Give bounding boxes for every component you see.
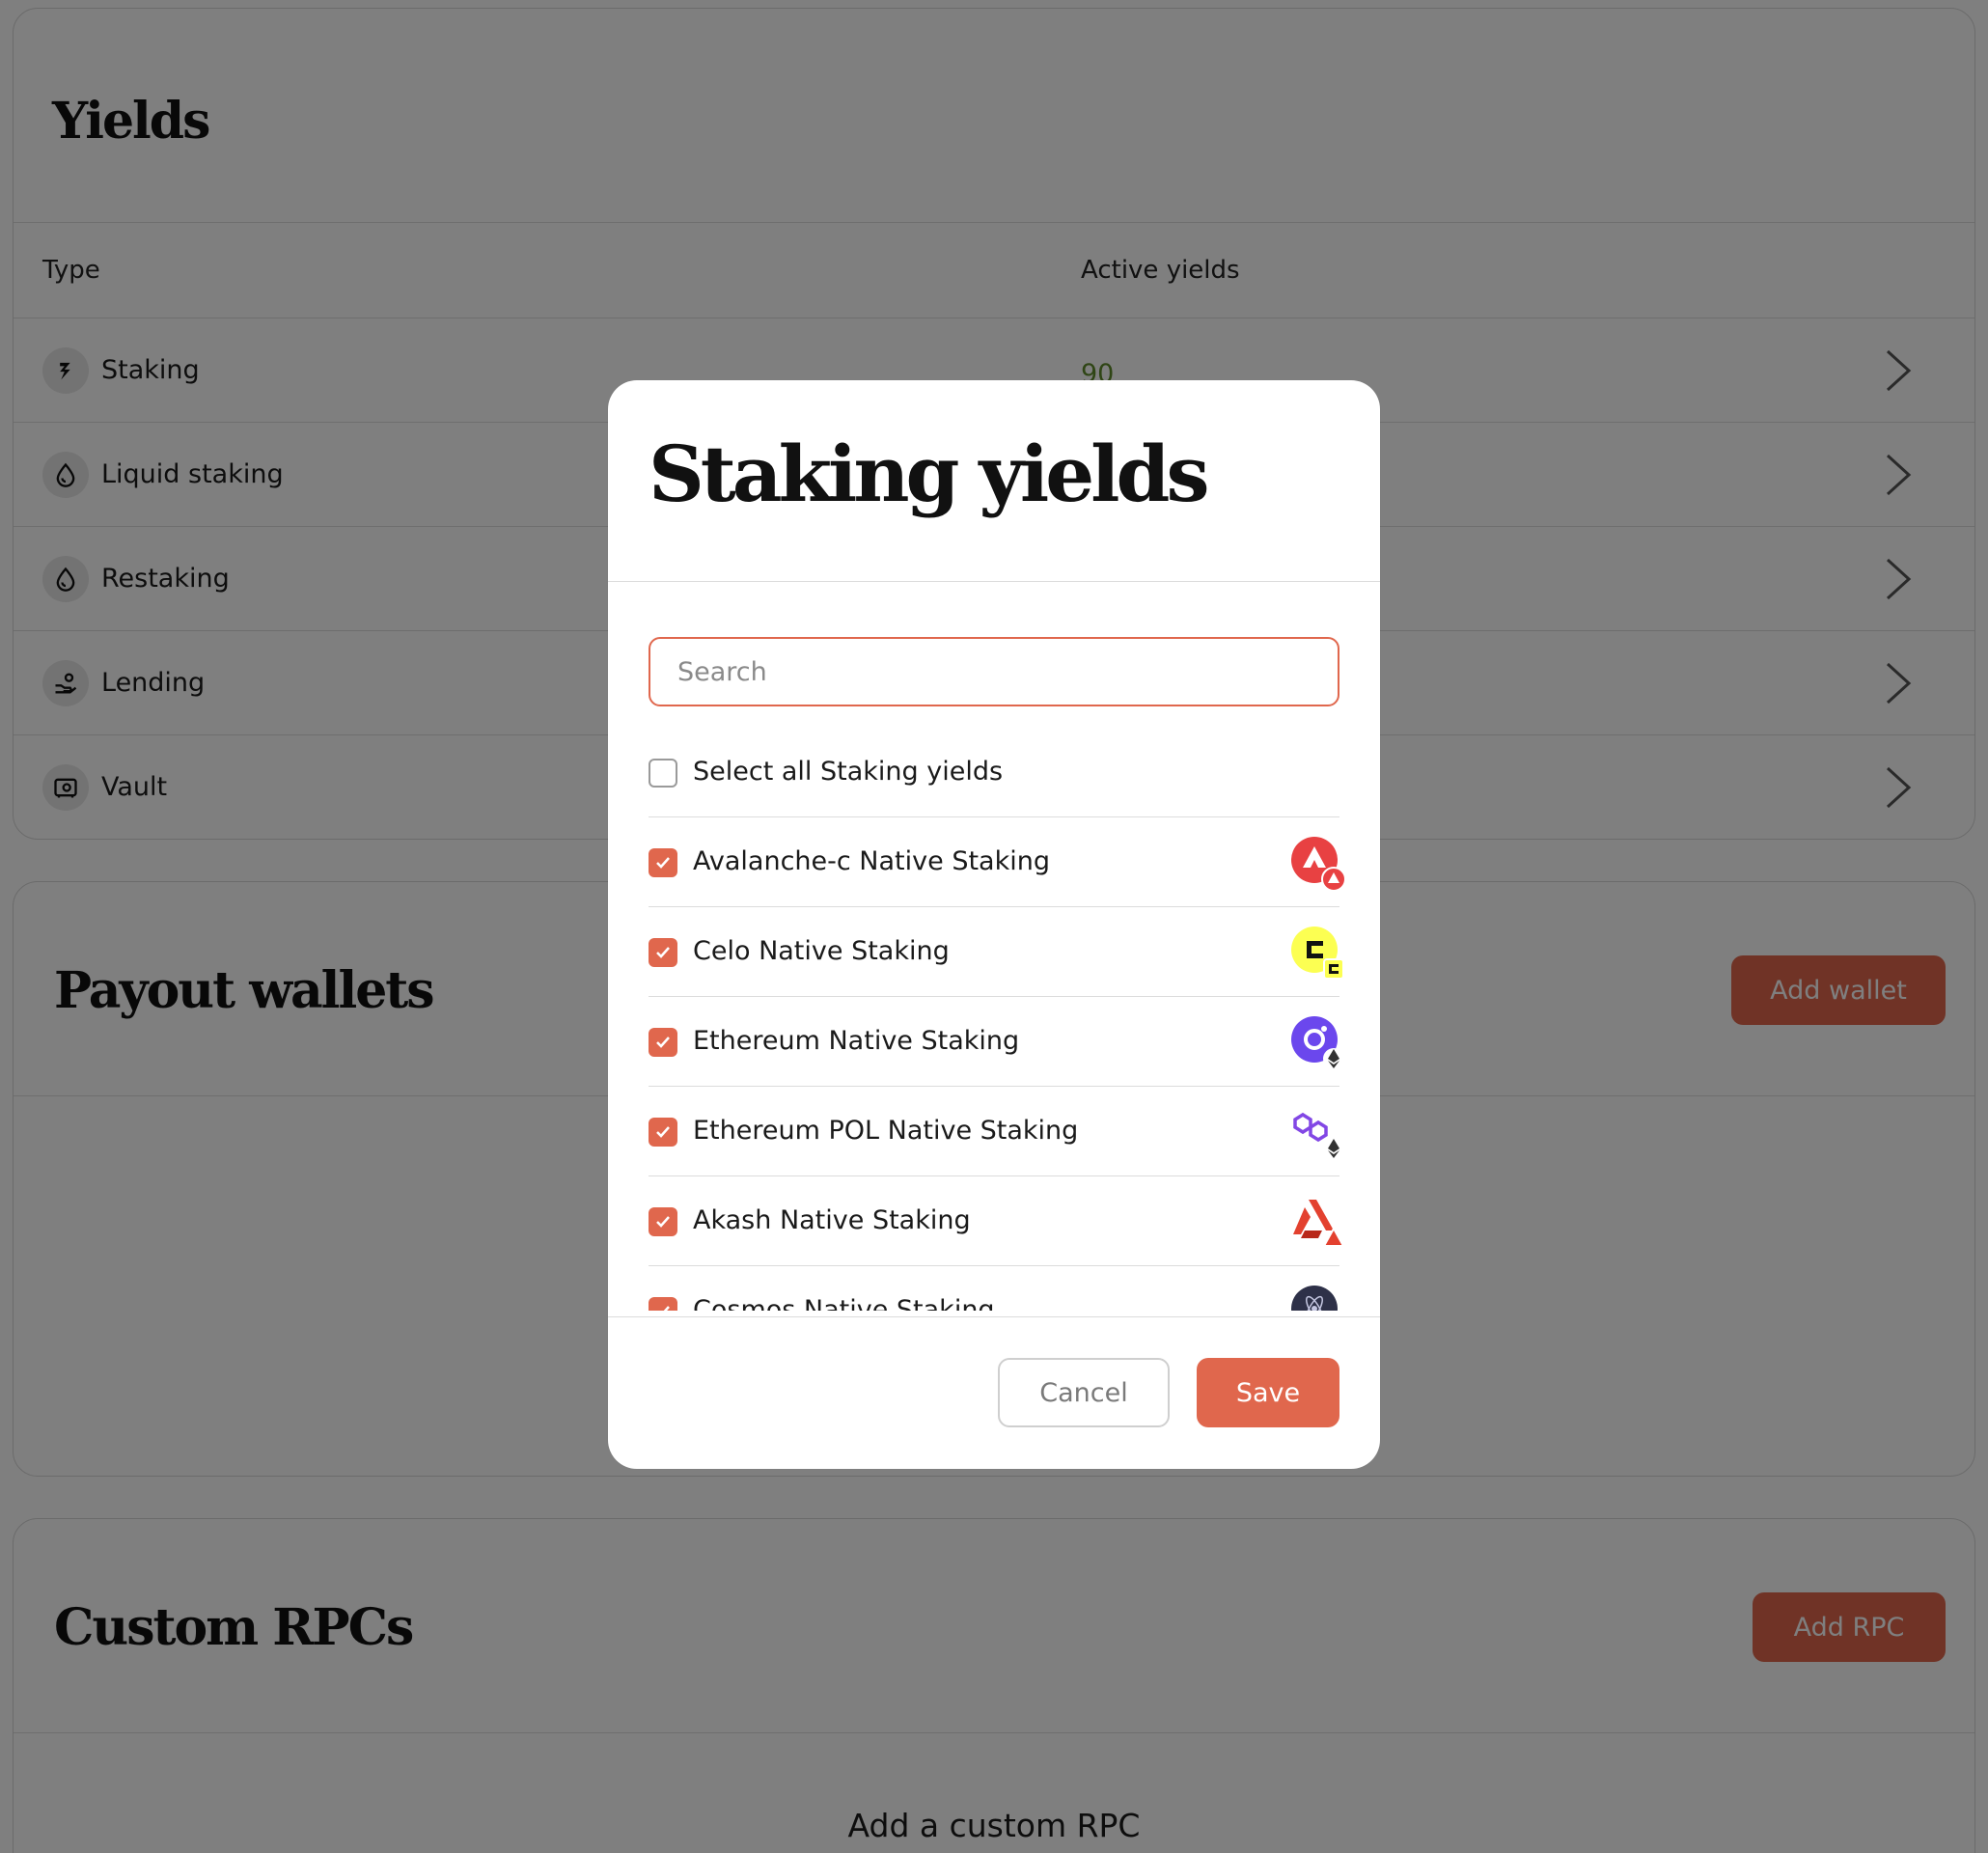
modal-header: Staking yields <box>608 380 1380 582</box>
select-all-row[interactable]: Select all Staking yields <box>649 728 1339 817</box>
search-input[interactable] <box>649 637 1339 706</box>
item-label: Ethereum Native Staking <box>693 1026 1020 1056</box>
select-all-label: Select all Staking yields <box>693 757 1004 787</box>
celo-icon <box>1291 926 1344 980</box>
item-checkbox[interactable] <box>649 1118 677 1147</box>
list-item[interactable]: Akash Native Staking <box>649 1176 1345 1266</box>
item-label: Cosmos Native Staking <box>693 1295 995 1311</box>
save-button[interactable]: Save <box>1197 1358 1339 1427</box>
list-item[interactable]: Ethereum Native Staking <box>649 997 1344 1087</box>
item-checkbox[interactable] <box>649 848 677 877</box>
item-checkbox[interactable] <box>649 1297 677 1311</box>
yield-list[interactable]: Select all Staking yields Avalanche-c Na… <box>608 728 1380 1311</box>
staking-yields-modal: Staking yields Select all Staking yields… <box>608 380 1380 1469</box>
item-label: Ethereum POL Native Staking <box>693 1116 1079 1146</box>
select-all-checkbox[interactable] <box>649 759 677 788</box>
cosmos-icon <box>1291 1286 1338 1311</box>
list-item[interactable]: Avalanche-c Native Staking <box>649 817 1345 907</box>
item-label: Celo Native Staking <box>693 936 950 966</box>
cancel-button[interactable]: Cancel <box>998 1358 1170 1427</box>
modal-title: Staking yields <box>649 429 1209 519</box>
item-checkbox[interactable] <box>649 938 677 967</box>
item-checkbox[interactable] <box>649 1028 677 1057</box>
item-label: Avalanche-c Native Staking <box>693 846 1050 876</box>
akash-icon <box>1293 1200 1345 1247</box>
avalanche-icon <box>1291 837 1345 891</box>
polygon-icon <box>1293 1112 1344 1159</box>
list-item[interactable]: Ethereum POL Native Staking <box>649 1087 1344 1176</box>
modal-footer: Cancel Save <box>608 1316 1380 1469</box>
item-checkbox[interactable] <box>649 1207 677 1236</box>
list-item[interactable]: Celo Native Staking <box>649 907 1344 997</box>
item-label: Akash Native Staking <box>693 1205 971 1235</box>
ethereum-staking-icon <box>1291 1016 1344 1069</box>
list-item[interactable]: Cosmos Native Staking <box>649 1266 1339 1311</box>
